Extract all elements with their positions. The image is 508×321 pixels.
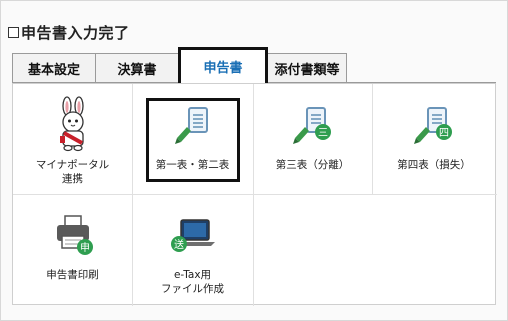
tile-form-3[interactable]: 三 第三表（分離） <box>253 84 372 194</box>
mynaportal-rabbit-icon <box>59 96 84 152</box>
tile-label: 第一表・第二表 <box>155 159 230 171</box>
document-edit-badge-icon: 四 <box>414 107 452 144</box>
tax-return-panel: マイナポータル 連携 第一表・第二表 三 第三表（分離） 四 第四表（損失） 申… <box>12 83 497 306</box>
completion-label: 申告書入力完了 <box>21 23 130 42</box>
tile-label: マイナポータル 連携 <box>35 159 110 185</box>
document-edit-badge-icon: 三 <box>292 107 331 144</box>
tile-label: 第四表（損失） <box>397 159 471 171</box>
badge-text: 四 <box>439 128 449 139</box>
tab-basic-settings[interactable]: 基本設定 <box>12 53 96 83</box>
grid-divider <box>253 194 254 306</box>
completion-checkbox[interactable] <box>8 26 19 38</box>
badge-text: 送 <box>174 238 184 251</box>
tile-label: 申告書印刷 <box>46 269 99 281</box>
tile-form-4[interactable]: 四 第四表（損失） <box>372 84 496 194</box>
tab-bar: 基本設定 決算書 申告書 添付書類等 <box>12 47 347 83</box>
printer-icon: 申 <box>56 215 93 255</box>
tile-etax-file[interactable]: 送 e-Tax用 ファイル作成 <box>132 194 253 305</box>
laptop-icon: 送 <box>170 219 215 252</box>
tab-attachments[interactable]: 添付書類等 <box>267 53 347 83</box>
tile-form-1-2[interactable]: 第一表・第二表 <box>132 84 253 194</box>
tile-label: e-Tax用 ファイル作成 <box>161 269 224 295</box>
tile-mynaportal[interactable]: マイナポータル 連携 <box>13 84 132 194</box>
completion-row: 申告書入力完了 <box>8 22 130 42</box>
tile-label: 第三表（分離） <box>275 159 350 171</box>
document-edit-icon <box>174 107 208 144</box>
tab-financial-statements[interactable]: 決算書 <box>95 53 179 83</box>
badge-text: 申 <box>80 241 90 254</box>
tab-tax-return[interactable]: 申告書 <box>178 47 268 83</box>
tile-print[interactable]: 申 申告書印刷 <box>13 194 132 305</box>
badge-text: 三 <box>318 128 328 139</box>
